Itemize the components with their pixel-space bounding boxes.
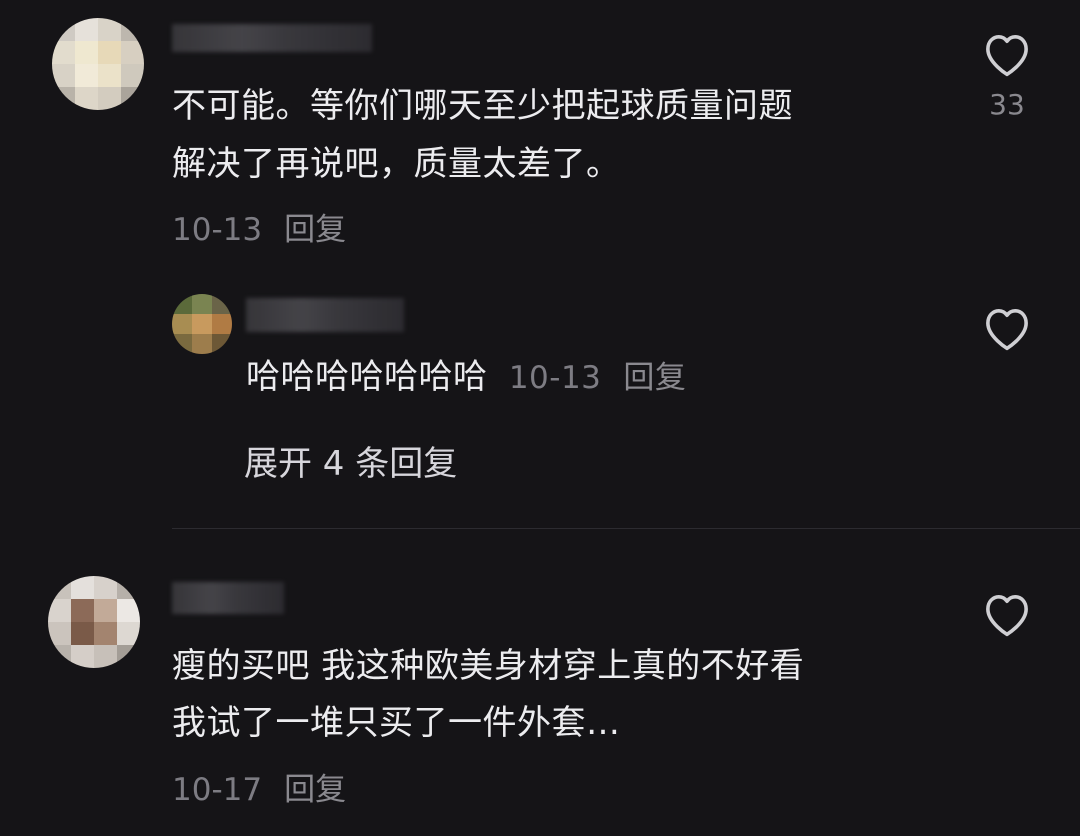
reply-text: 哈哈哈哈哈哈哈 10-13 回复 bbox=[246, 348, 686, 407]
reply-date: 10-13 bbox=[508, 360, 602, 396]
heart-outline-icon bbox=[986, 35, 1028, 77]
reply-meta: 10-13 回复 bbox=[509, 360, 687, 396]
reply-button[interactable]: 回复 bbox=[623, 360, 686, 396]
reply-content: 哈哈哈哈哈哈哈 bbox=[246, 357, 488, 397]
username-blurred[interactable] bbox=[172, 582, 284, 614]
expand-replies-link[interactable]: 展开 4 条回复 bbox=[244, 436, 457, 485]
comment-text-line: 不可能。等你们哪天至少把起球质量问题 bbox=[172, 86, 793, 126]
reply-button[interactable]: 回复 bbox=[284, 772, 346, 808]
comment-date: 10-17 bbox=[172, 772, 263, 808]
comment-meta: 10-13 回复 bbox=[172, 204, 346, 249]
comment-text-line: 瘦的买吧 我这种欧美身材穿上真的不好看 bbox=[172, 646, 805, 686]
comment-item: 瘦的买吧 我这种欧美身材穿上真的不好看 我试了一堆只买了一件外套… 10-17 回… bbox=[0, 560, 1080, 836]
like-count: 33 bbox=[989, 88, 1025, 121]
avatar[interactable] bbox=[52, 18, 144, 110]
heart-outline-icon bbox=[986, 595, 1028, 637]
divider bbox=[172, 528, 1080, 529]
reply-item: 哈哈哈哈哈哈哈 10-13 回复 bbox=[0, 280, 1080, 420]
reply-button[interactable]: 回复 bbox=[284, 212, 346, 248]
comment-date: 10-13 bbox=[172, 212, 263, 248]
username-blurred[interactable] bbox=[172, 24, 372, 52]
username-blurred[interactable] bbox=[246, 298, 404, 332]
comment-text-line: 我试了一堆只买了一件外套… bbox=[172, 703, 621, 743]
comment-meta: 10-17 回复 bbox=[172, 764, 346, 809]
heart-outline-icon bbox=[986, 309, 1028, 351]
avatar[interactable] bbox=[172, 294, 232, 354]
comment-text-line: 解决了再说吧，质量太差了。 bbox=[172, 144, 621, 184]
like-button[interactable]: 33 bbox=[977, 28, 1037, 121]
comment-item: 不可能。等你们哪天至少把起球质量问题 解决了再说吧，质量太差了。 10-13 回复… bbox=[0, 0, 1080, 260]
like-button[interactable] bbox=[977, 302, 1037, 352]
avatar[interactable] bbox=[48, 576, 140, 668]
like-button[interactable] bbox=[977, 588, 1037, 638]
